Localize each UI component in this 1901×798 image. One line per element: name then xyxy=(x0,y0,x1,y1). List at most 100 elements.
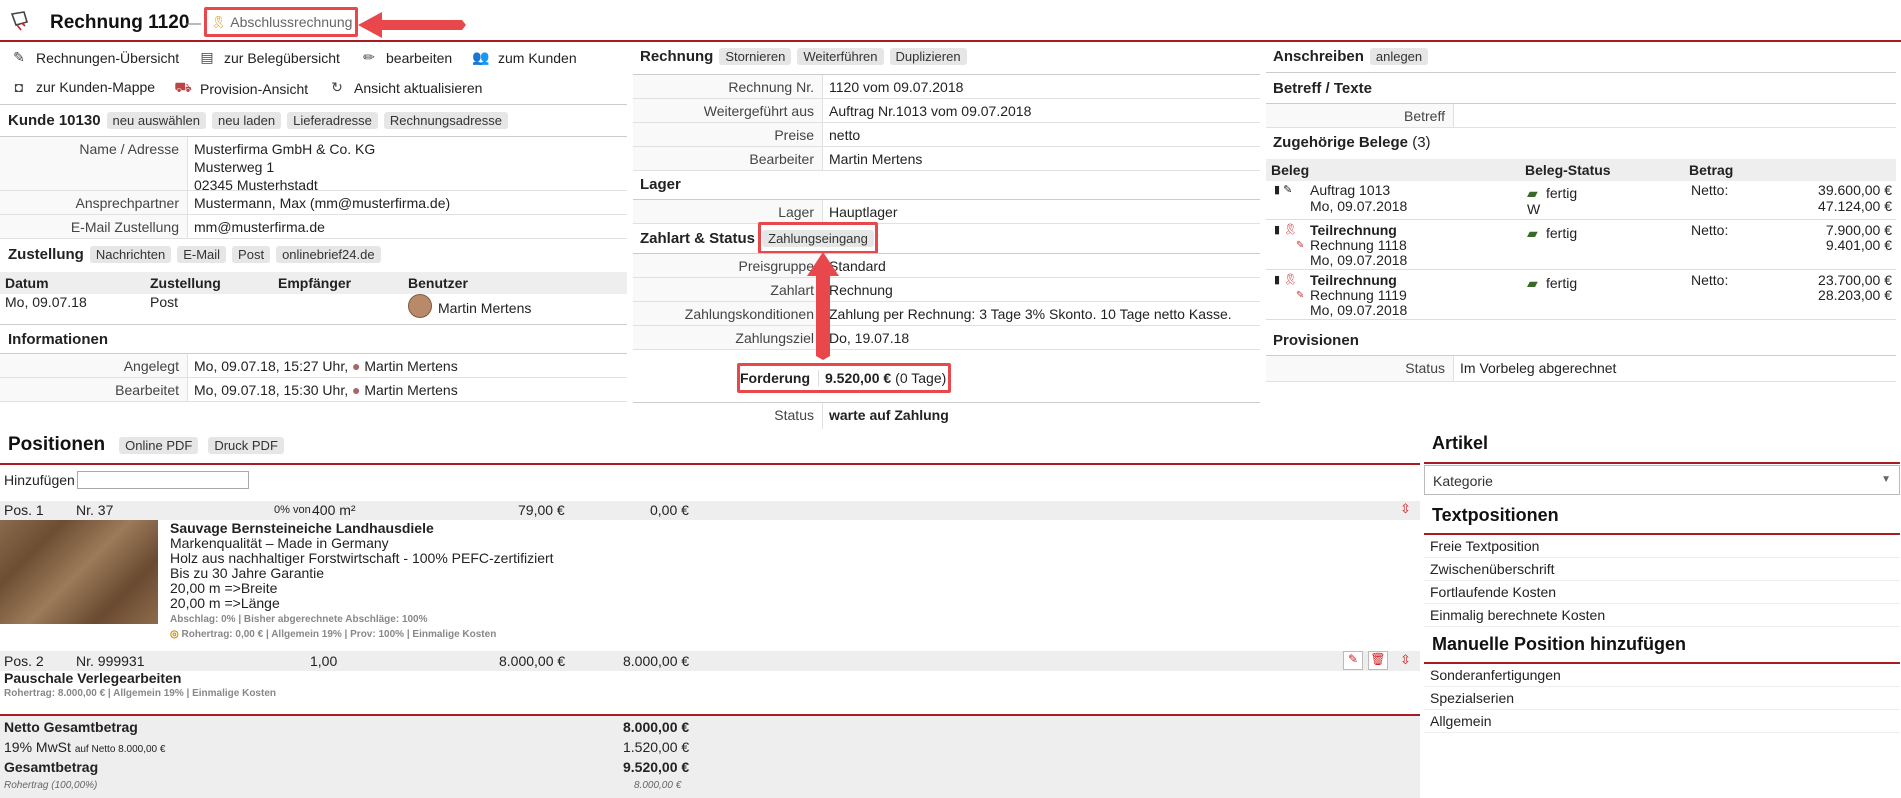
folder-icon: ▰ xyxy=(1527,275,1538,291)
customer-contact-row: Ansprechpartner Mustermann, Max (mm@must… xyxy=(0,191,627,215)
related-table-header: Beleg Beleg-Status Betrag xyxy=(1266,159,1896,181)
provisions-title: Provisionen xyxy=(1273,332,1359,349)
gross-total: 9.520,00 € xyxy=(623,759,690,775)
delivery-row: Mo, 09.07.18 Post Martin Mertens xyxy=(5,294,532,318)
running-costs-item[interactable]: Fortlaufende Kosten xyxy=(1424,581,1900,604)
toolbar-documents-overview[interactable]: ▤ zur Belegübersicht xyxy=(198,49,340,66)
truck-icon: ⛟ xyxy=(174,79,192,95)
chevron-down-icon: ▼ xyxy=(1881,474,1891,485)
position-row: Pos. 1 Nr. 37 0% von 400 m² 79,00 € 0,00… xyxy=(0,501,1420,520)
related-row[interactable]: ▮ 🎗 ✎ Teilrechnung Rechnung 1118 Mo, 09.… xyxy=(1266,221,1896,270)
invoice-table: Rechnung Nr. 1120 vom 09.07.2018 Weiterge… xyxy=(633,74,1260,171)
special-series-item[interactable]: Spezialserien xyxy=(1424,687,1900,710)
toolbar-edit[interactable]: ✏ bearbeiten xyxy=(360,49,452,66)
duplicate-invoice-button[interactable]: Duplizieren xyxy=(889,48,967,65)
toolbar-to-customer[interactable]: 👥 zum Kunden xyxy=(472,49,576,66)
page-title: Rechnung 1120 xyxy=(50,12,190,33)
product-image xyxy=(0,520,158,624)
payment-status: warte auf Zahlung xyxy=(829,407,949,423)
folder-icon: ◘ xyxy=(14,79,24,95)
add-position-input[interactable] xyxy=(76,471,249,489)
subheading-item[interactable]: Zwischenüberschrift xyxy=(1424,558,1900,581)
delivery-table-header: Datum Zustellung Empfänger Benutzer xyxy=(0,272,627,294)
claim-highlight: Forderung 9.520,00 € (0 Tage) xyxy=(737,363,951,393)
sort-icon[interactable]: ⇳ xyxy=(1400,501,1411,517)
invoices-icon: ✎ xyxy=(13,49,25,65)
custom-made-item[interactable]: Sonderanfertigungen xyxy=(1424,664,1900,687)
onlinebrief-button[interactable]: onlinebrief24.de xyxy=(276,246,381,263)
edited-row: Bearbeitet Mo, 09.07.18, 15:30 Uhr, ● Ma… xyxy=(0,378,627,402)
text-positions-title: Textpositionen xyxy=(1432,505,1559,525)
divider xyxy=(0,324,627,325)
subject-field[interactable]: Betreff xyxy=(1266,104,1454,127)
divider xyxy=(0,104,627,105)
info-title: Informationen xyxy=(8,331,108,348)
customer-table: Name / Adresse Musterfirma GmbH & Co. KG… xyxy=(0,136,627,239)
create-letter-button[interactable]: anlegen xyxy=(1369,48,1429,65)
users-icon: 👥 xyxy=(472,49,490,65)
messages-button[interactable]: Nachrichten xyxy=(89,246,172,263)
toolbar-refresh[interactable]: ↻ Ansicht aktualisieren xyxy=(328,79,482,96)
payment-received-button[interactable]: Zahlungseingang xyxy=(762,229,874,247)
related-docs-header: Zugehörige Belege (3) xyxy=(1273,134,1431,151)
payment-title: Zahlart & Status xyxy=(640,230,756,247)
customer-email-row: E-Mail Zustellung mm@musterfirma.de xyxy=(0,215,627,239)
folder-icon: ▰ xyxy=(1527,185,1538,201)
post-button[interactable]: Post xyxy=(232,246,271,263)
title-separator: — xyxy=(186,15,201,32)
customer-reload-button[interactable]: neu laden xyxy=(212,112,282,129)
customer-header: Kunde 10130 neu auswählen neu laden Lief… xyxy=(8,112,508,129)
articles-title: Artikel xyxy=(1432,433,1489,453)
sort-icon[interactable]: ⇳ xyxy=(1400,652,1411,668)
invoice-header: Rechnung Stornieren Weiterführen Duplizi… xyxy=(640,48,967,65)
cancel-invoice-button[interactable]: Stornieren xyxy=(719,48,792,65)
book-icon: ▮ 🎗 xyxy=(1274,224,1298,236)
customer-select-button[interactable]: neu auswählen xyxy=(106,112,207,129)
info-table: Angelegt Mo, 09.07.18, 15:27 Uhr, ● Mart… xyxy=(0,353,627,402)
claim-amount: 9.520,00 € xyxy=(825,370,892,386)
avatar xyxy=(408,294,432,318)
delivery-address-button[interactable]: Lieferadresse xyxy=(287,112,378,129)
print-pdf-button[interactable]: Druck PDF xyxy=(208,436,284,454)
user-icon: ● xyxy=(352,382,361,398)
annotation-arrow-up-icon xyxy=(807,252,839,360)
invoice-number: 1120 vom 09.07.2018 xyxy=(829,79,964,95)
refresh-icon: ↻ xyxy=(331,79,343,95)
invoice-small-icon: ✎ xyxy=(1296,240,1305,251)
one-time-costs-item[interactable]: Einmalig berechnete Kosten xyxy=(1424,604,1900,627)
customer-company: Musterfirma GmbH & Co. KG xyxy=(194,141,376,157)
documents-icon: ▤ xyxy=(200,49,214,65)
book-icon: ▮ 🎗 xyxy=(1274,274,1298,286)
warning-icon: ◎ xyxy=(170,629,179,640)
email-button[interactable]: E-Mail xyxy=(177,246,227,263)
annotation-arrow-left-icon xyxy=(358,12,466,38)
toolbar-customer-folder[interactable]: ◘ zur Kunden-Mappe xyxy=(10,79,155,95)
continue-invoice-button[interactable]: Weiterführen xyxy=(797,48,884,65)
edit-position-icon[interactable]: ✎ xyxy=(1343,651,1363,670)
billing-address-button[interactable]: Rechnungsadresse xyxy=(383,112,508,129)
ribbon-icon: 🎗 xyxy=(211,15,227,29)
warehouse-title: Lager xyxy=(640,176,681,193)
related-row[interactable]: ▮ ✎ Auftrag 1013 Mo, 09.07.2018 ▰ fertig… xyxy=(1266,180,1896,220)
customer-name-row: Name / Adresse Musterfirma GmbH & Co. KG… xyxy=(0,137,627,193)
invoice-type-badge: 🎗 Abschlussrechnung xyxy=(204,7,358,37)
category-select[interactable]: Kategorie ▼ xyxy=(1424,465,1900,495)
toolbar-invoices-overview[interactable]: ✎ Rechnungen-Übersicht xyxy=(10,49,179,66)
user-icon: ● xyxy=(352,358,361,374)
positions-header: Positionen Online PDF Druck PDF xyxy=(8,434,284,456)
toolbar-commission-view[interactable]: ⛟ Provision-Ansicht xyxy=(174,79,308,98)
manual-position-title: Manuelle Position hinzufügen xyxy=(1432,634,1686,654)
divider xyxy=(0,463,1420,465)
delete-position-icon[interactable]: 🗑 xyxy=(1368,651,1388,670)
pencil-icon: ✏ xyxy=(363,49,375,65)
created-row: Angelegt Mo, 09.07.18, 15:27 Uhr, ● Mart… xyxy=(0,354,627,378)
related-row[interactable]: ▮ 🎗 ✎ Teilrechnung Rechnung 1119 Mo, 09.… xyxy=(1266,271,1896,320)
payment-table: Preisgruppe Standard Zahlart Rechnung Zahl… xyxy=(633,253,1260,350)
position-row: Pos. 2 Nr. 999931 1,00 8.000,00 € 8.000,… xyxy=(0,651,1420,671)
general-item[interactable]: Allgemein xyxy=(1424,710,1900,733)
customer-street: Musterweg 1 xyxy=(194,159,275,175)
online-pdf-button[interactable]: Online PDF xyxy=(119,436,199,454)
free-text-item[interactable]: Freie Textposition xyxy=(1424,535,1900,558)
folder-icon: ▰ xyxy=(1527,225,1538,241)
divider xyxy=(1266,72,1896,73)
